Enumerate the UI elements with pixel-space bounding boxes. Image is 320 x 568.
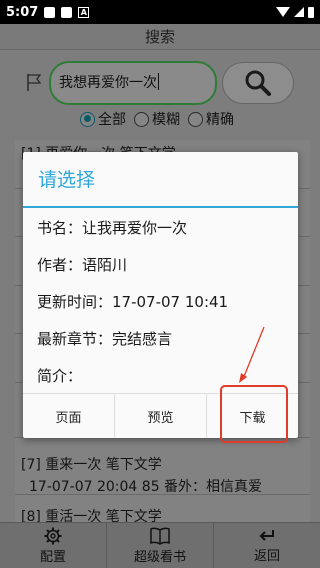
radio-fuzzy[interactable] bbox=[134, 111, 149, 127]
notification-a-icon: A bbox=[78, 6, 90, 18]
book-updated: 更新时间：17-07-07 10:41 bbox=[37, 293, 229, 311]
mode-exact-option[interactable]: 精确 bbox=[188, 109, 234, 129]
radio-exact[interactable] bbox=[188, 111, 203, 127]
mode-fuzzy-option[interactable]: 模糊 bbox=[134, 109, 180, 129]
status-time: 5:07 bbox=[6, 4, 39, 20]
page-button[interactable]: 页面 bbox=[23, 394, 114, 438]
book-author: 作者：语陌川 bbox=[37, 256, 128, 274]
search-mode-group: 全部 模糊 精确 bbox=[80, 109, 234, 129]
preview-button[interactable]: 预览 bbox=[114, 394, 206, 438]
notification-icon bbox=[61, 6, 73, 18]
annotation-arrow bbox=[239, 326, 265, 383]
nav-super-reader-label: 超级看书 bbox=[133, 549, 186, 565]
mode-exact-label: 精确 bbox=[206, 112, 234, 128]
return-icon bbox=[259, 529, 274, 541]
wifi-icon bbox=[276, 7, 290, 17]
nav-settings[interactable]: 配置 bbox=[0, 523, 106, 568]
page-title: 搜索 bbox=[0, 24, 320, 50]
notification-icon bbox=[44, 6, 56, 18]
flag-icon[interactable] bbox=[25, 72, 43, 92]
status-bar: 5:07 A bbox=[0, 0, 320, 24]
book-name: 书名：让我再爱你一次 bbox=[37, 219, 188, 237]
nav-back[interactable]: 返回 bbox=[213, 523, 320, 568]
result-detail: 17-07-07 20:04 85 番外：相信真爱 bbox=[29, 479, 263, 495]
bottom-nav: 配置 超级看书 返回 bbox=[0, 522, 320, 568]
text-caret bbox=[158, 73, 159, 90]
annotation-highlight-box bbox=[220, 385, 288, 443]
result-title: [7] 重来一次 笔下文学 bbox=[21, 457, 162, 473]
nav-settings-label: 配置 bbox=[39, 549, 66, 565]
search-input-value: 我想再爱你一次 bbox=[59, 75, 157, 91]
mode-all-option[interactable]: 全部 bbox=[80, 109, 126, 129]
search-input[interactable]: 我想再爱你一次 bbox=[49, 61, 217, 105]
nav-super-reader[interactable]: 超级看书 bbox=[106, 523, 213, 568]
mode-all-label: 全部 bbox=[98, 112, 126, 128]
mode-fuzzy-label: 模糊 bbox=[152, 112, 180, 128]
search-icon bbox=[245, 70, 271, 96]
search-row: 我想再爱你一次 bbox=[0, 61, 320, 105]
book-icon bbox=[150, 527, 170, 545]
battery-icon bbox=[308, 6, 314, 18]
dialog-title: 请选择 bbox=[23, 152, 298, 208]
signal-icon bbox=[294, 7, 304, 17]
list-item[interactable]: [7] 重来一次 笔下文学 17-07-07 20:04 85 番外：相信真爱 bbox=[15, 448, 310, 502]
nav-back-label: 返回 bbox=[253, 548, 280, 564]
radio-all[interactable] bbox=[80, 111, 95, 127]
search-button[interactable] bbox=[222, 62, 294, 104]
gear-icon bbox=[44, 527, 62, 544]
